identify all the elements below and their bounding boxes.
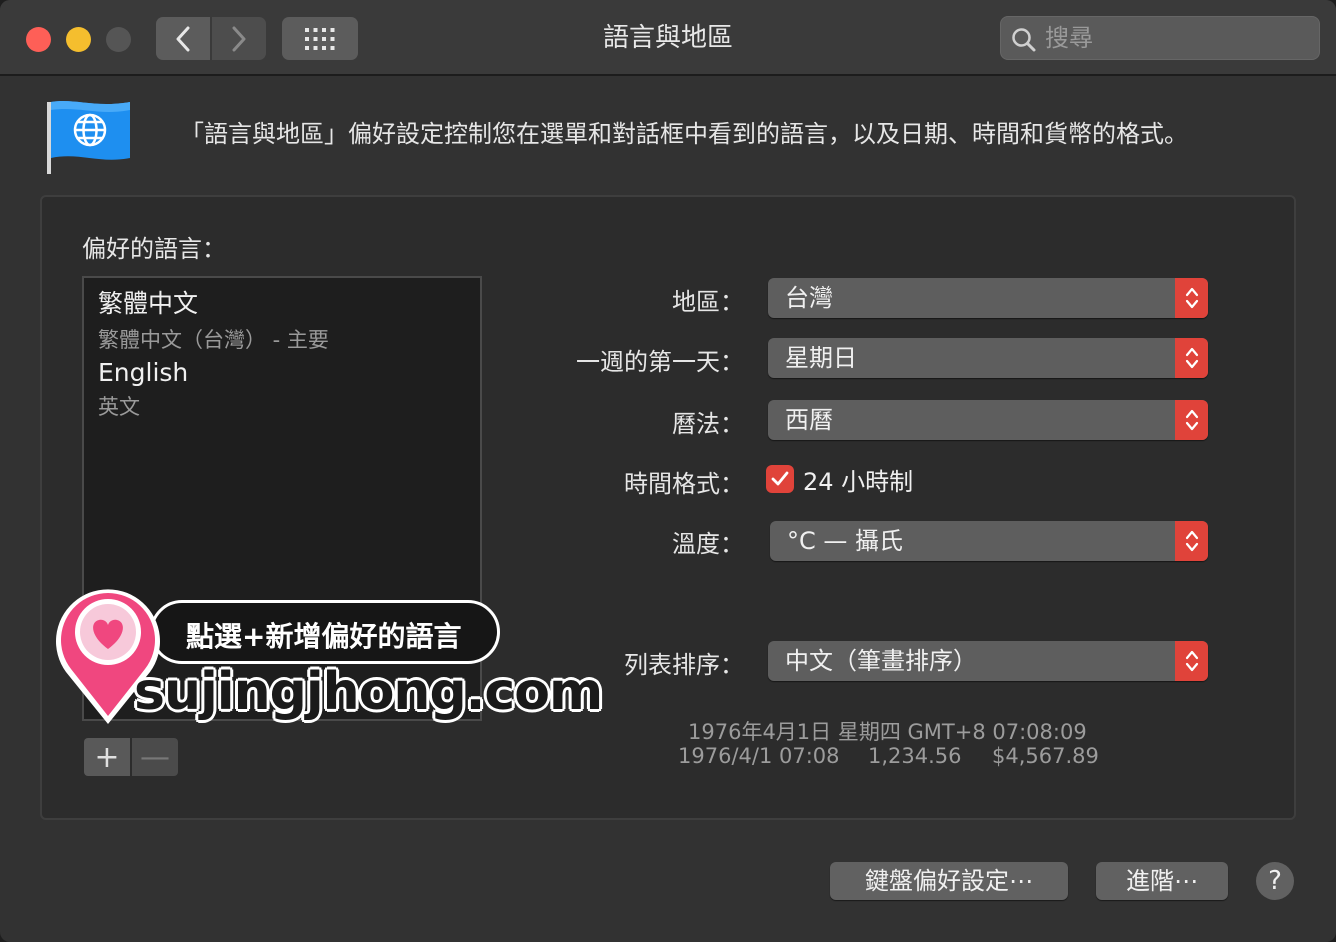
sample-number: 1,234.56 xyxy=(868,744,962,768)
remove-language-button[interactable]: — xyxy=(132,738,178,776)
24-hour-checkbox-label: 24 小時制 xyxy=(803,467,914,496)
search-input[interactable] xyxy=(1045,21,1305,55)
add-language-button[interactable]: + xyxy=(84,738,130,776)
navigation-buttons xyxy=(156,17,266,60)
up-down-arrows-icon xyxy=(1175,278,1208,318)
system-preferences-window: 語言與地區 「語言與地區」偏好設定控制您在選單和對話框中看到的語言，以及日期、時… xyxy=(0,0,1336,942)
time-format-label: 時間格式： xyxy=(624,470,744,498)
sample-date-short: 1976/4/1 07:08 xyxy=(678,744,840,768)
grid-icon xyxy=(305,27,335,50)
keyboard-preferences-button[interactable]: 鍵盤偏好設定⋯ xyxy=(830,862,1068,900)
help-button[interactable]: ? xyxy=(1256,862,1294,900)
temperature-popup[interactable]: °C — 攝氏 xyxy=(770,521,1208,561)
advanced-button[interactable]: 進階⋯ xyxy=(1096,862,1228,900)
calendar-popup[interactable]: 西曆 xyxy=(768,400,1208,440)
region-value: 台灣 xyxy=(785,284,833,312)
chevron-left-icon xyxy=(176,26,190,51)
back-button[interactable] xyxy=(156,17,210,60)
first-day-label: 一週的第一天： xyxy=(576,348,744,376)
add-remove-control: + — xyxy=(84,738,178,776)
globe-flag-icon xyxy=(47,101,130,174)
show-all-button[interactable] xyxy=(282,17,358,60)
watermark-caption: 點選+新增偏好的語言 xyxy=(186,620,462,653)
language-detail: 英文 xyxy=(98,395,140,419)
list-sort-label: 列表排序： xyxy=(624,651,744,679)
search-field[interactable] xyxy=(1000,16,1320,60)
up-down-arrows-icon xyxy=(1175,521,1208,561)
24-hour-checkbox[interactable] xyxy=(766,465,794,493)
pane-description: 「語言與地區」偏好設定控制您在選單和對話框中看到的語言，以及日期、時間和貨幣的格… xyxy=(180,120,1188,148)
preferred-languages-label: 偏好的語言： xyxy=(82,235,226,263)
language-name: 繁體中文 xyxy=(98,289,199,318)
minimize-window-button[interactable] xyxy=(66,27,91,52)
sample-currency: $4,567.89 xyxy=(992,744,1099,768)
list-item[interactable]: English 英文 xyxy=(98,358,188,421)
list-sort-value: 中文（筆畫排序） xyxy=(785,647,977,675)
temperature-value: °C — 攝氏 xyxy=(787,527,904,555)
zoom-window-button[interactable] xyxy=(106,27,131,52)
language-detail: 繁體中文（台灣） - 主要 xyxy=(98,328,329,352)
search-icon xyxy=(1012,28,1036,52)
up-down-arrows-icon xyxy=(1175,338,1208,378)
sample-date-long: 1976年4月1日 星期四 GMT+8 07:08:09 xyxy=(688,720,1087,744)
region-popup[interactable]: 台灣 xyxy=(768,278,1208,318)
close-window-button[interactable] xyxy=(26,27,51,52)
calendar-label: 曆法： xyxy=(672,410,744,438)
up-down-arrows-icon xyxy=(1175,641,1208,681)
time-format-checkbox-row[interactable]: 24 小時制 xyxy=(766,463,914,496)
checkmark-icon xyxy=(771,471,789,486)
region-label: 地區： xyxy=(672,288,744,316)
list-sort-popup[interactable]: 中文（筆畫排序） xyxy=(768,641,1208,681)
calendar-value: 西曆 xyxy=(785,406,833,434)
chevron-right-icon xyxy=(232,26,246,51)
up-down-arrows-icon xyxy=(1175,400,1208,440)
list-item[interactable]: 繁體中文 繁體中文（台灣） - 主要 xyxy=(98,284,329,354)
language-name: English xyxy=(98,358,189,387)
first-day-value: 星期日 xyxy=(785,344,857,372)
forward-button[interactable] xyxy=(212,17,266,60)
title-bar: 語言與地區 xyxy=(0,0,1336,76)
first-day-popup[interactable]: 星期日 xyxy=(768,338,1208,378)
temperature-label: 溫度： xyxy=(672,530,744,558)
watermark-site: sujingjhong.com xyxy=(134,662,603,722)
